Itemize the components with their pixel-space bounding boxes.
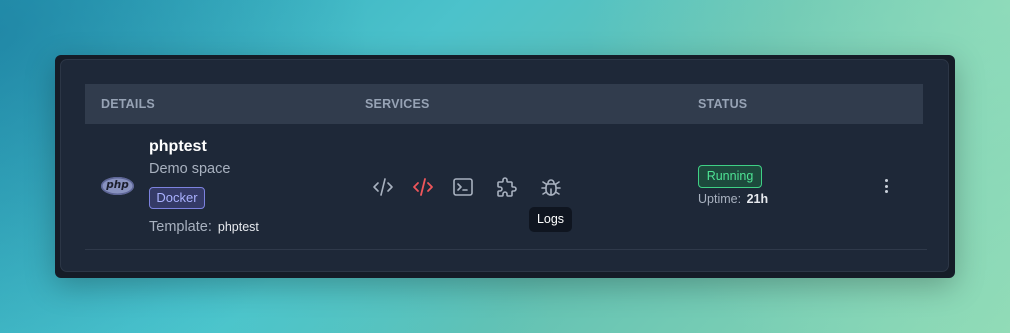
template-label: Template: <box>149 219 212 235</box>
php-logo-icon: php <box>101 177 134 195</box>
bug-icon <box>541 179 561 196</box>
template-info: Template: phptest <box>149 219 259 235</box>
status-badge: Running <box>698 165 762 188</box>
kebab-dot-icon <box>884 184 888 188</box>
row-divider <box>85 249 927 250</box>
puzzle-icon <box>497 177 517 197</box>
uptime-info: Uptime: 21h <box>698 192 768 206</box>
code-icon <box>373 178 393 196</box>
php-logo-text: php <box>106 179 129 191</box>
table-header: DETAILS SERVICES STATUS <box>85 84 923 124</box>
spaces-panel: DETAILS SERVICES STATUS php phptest Demo… <box>55 55 955 278</box>
template-value: phptest <box>217 220 259 234</box>
header-details: DETAILS <box>101 97 155 111</box>
terminal-icon <box>453 178 473 196</box>
space-name: phptest <box>149 138 207 155</box>
logs-button[interactable] <box>538 174 564 200</box>
code-service-active-button[interactable] <box>410 174 436 200</box>
logs-tooltip: Logs <box>529 207 572 232</box>
header-status: STATUS <box>698 97 748 111</box>
uptime-value: 21h <box>746 192 769 206</box>
uptime-label: Uptime: <box>698 192 742 206</box>
docker-badge: Docker <box>149 187 205 209</box>
extensions-button[interactable] <box>494 174 520 200</box>
kebab-dot-icon <box>884 190 888 193</box>
code-icon <box>413 178 433 196</box>
kebab-dot-icon <box>884 179 888 182</box>
spaces-table: DETAILS SERVICES STATUS php phptest Demo… <box>60 59 949 272</box>
space-description: Demo space <box>149 161 231 177</box>
code-service-button[interactable] <box>370 174 396 200</box>
header-services: SERVICES <box>365 97 430 111</box>
more-options-button[interactable] <box>877 175 895 197</box>
terminal-button[interactable] <box>450 174 476 200</box>
